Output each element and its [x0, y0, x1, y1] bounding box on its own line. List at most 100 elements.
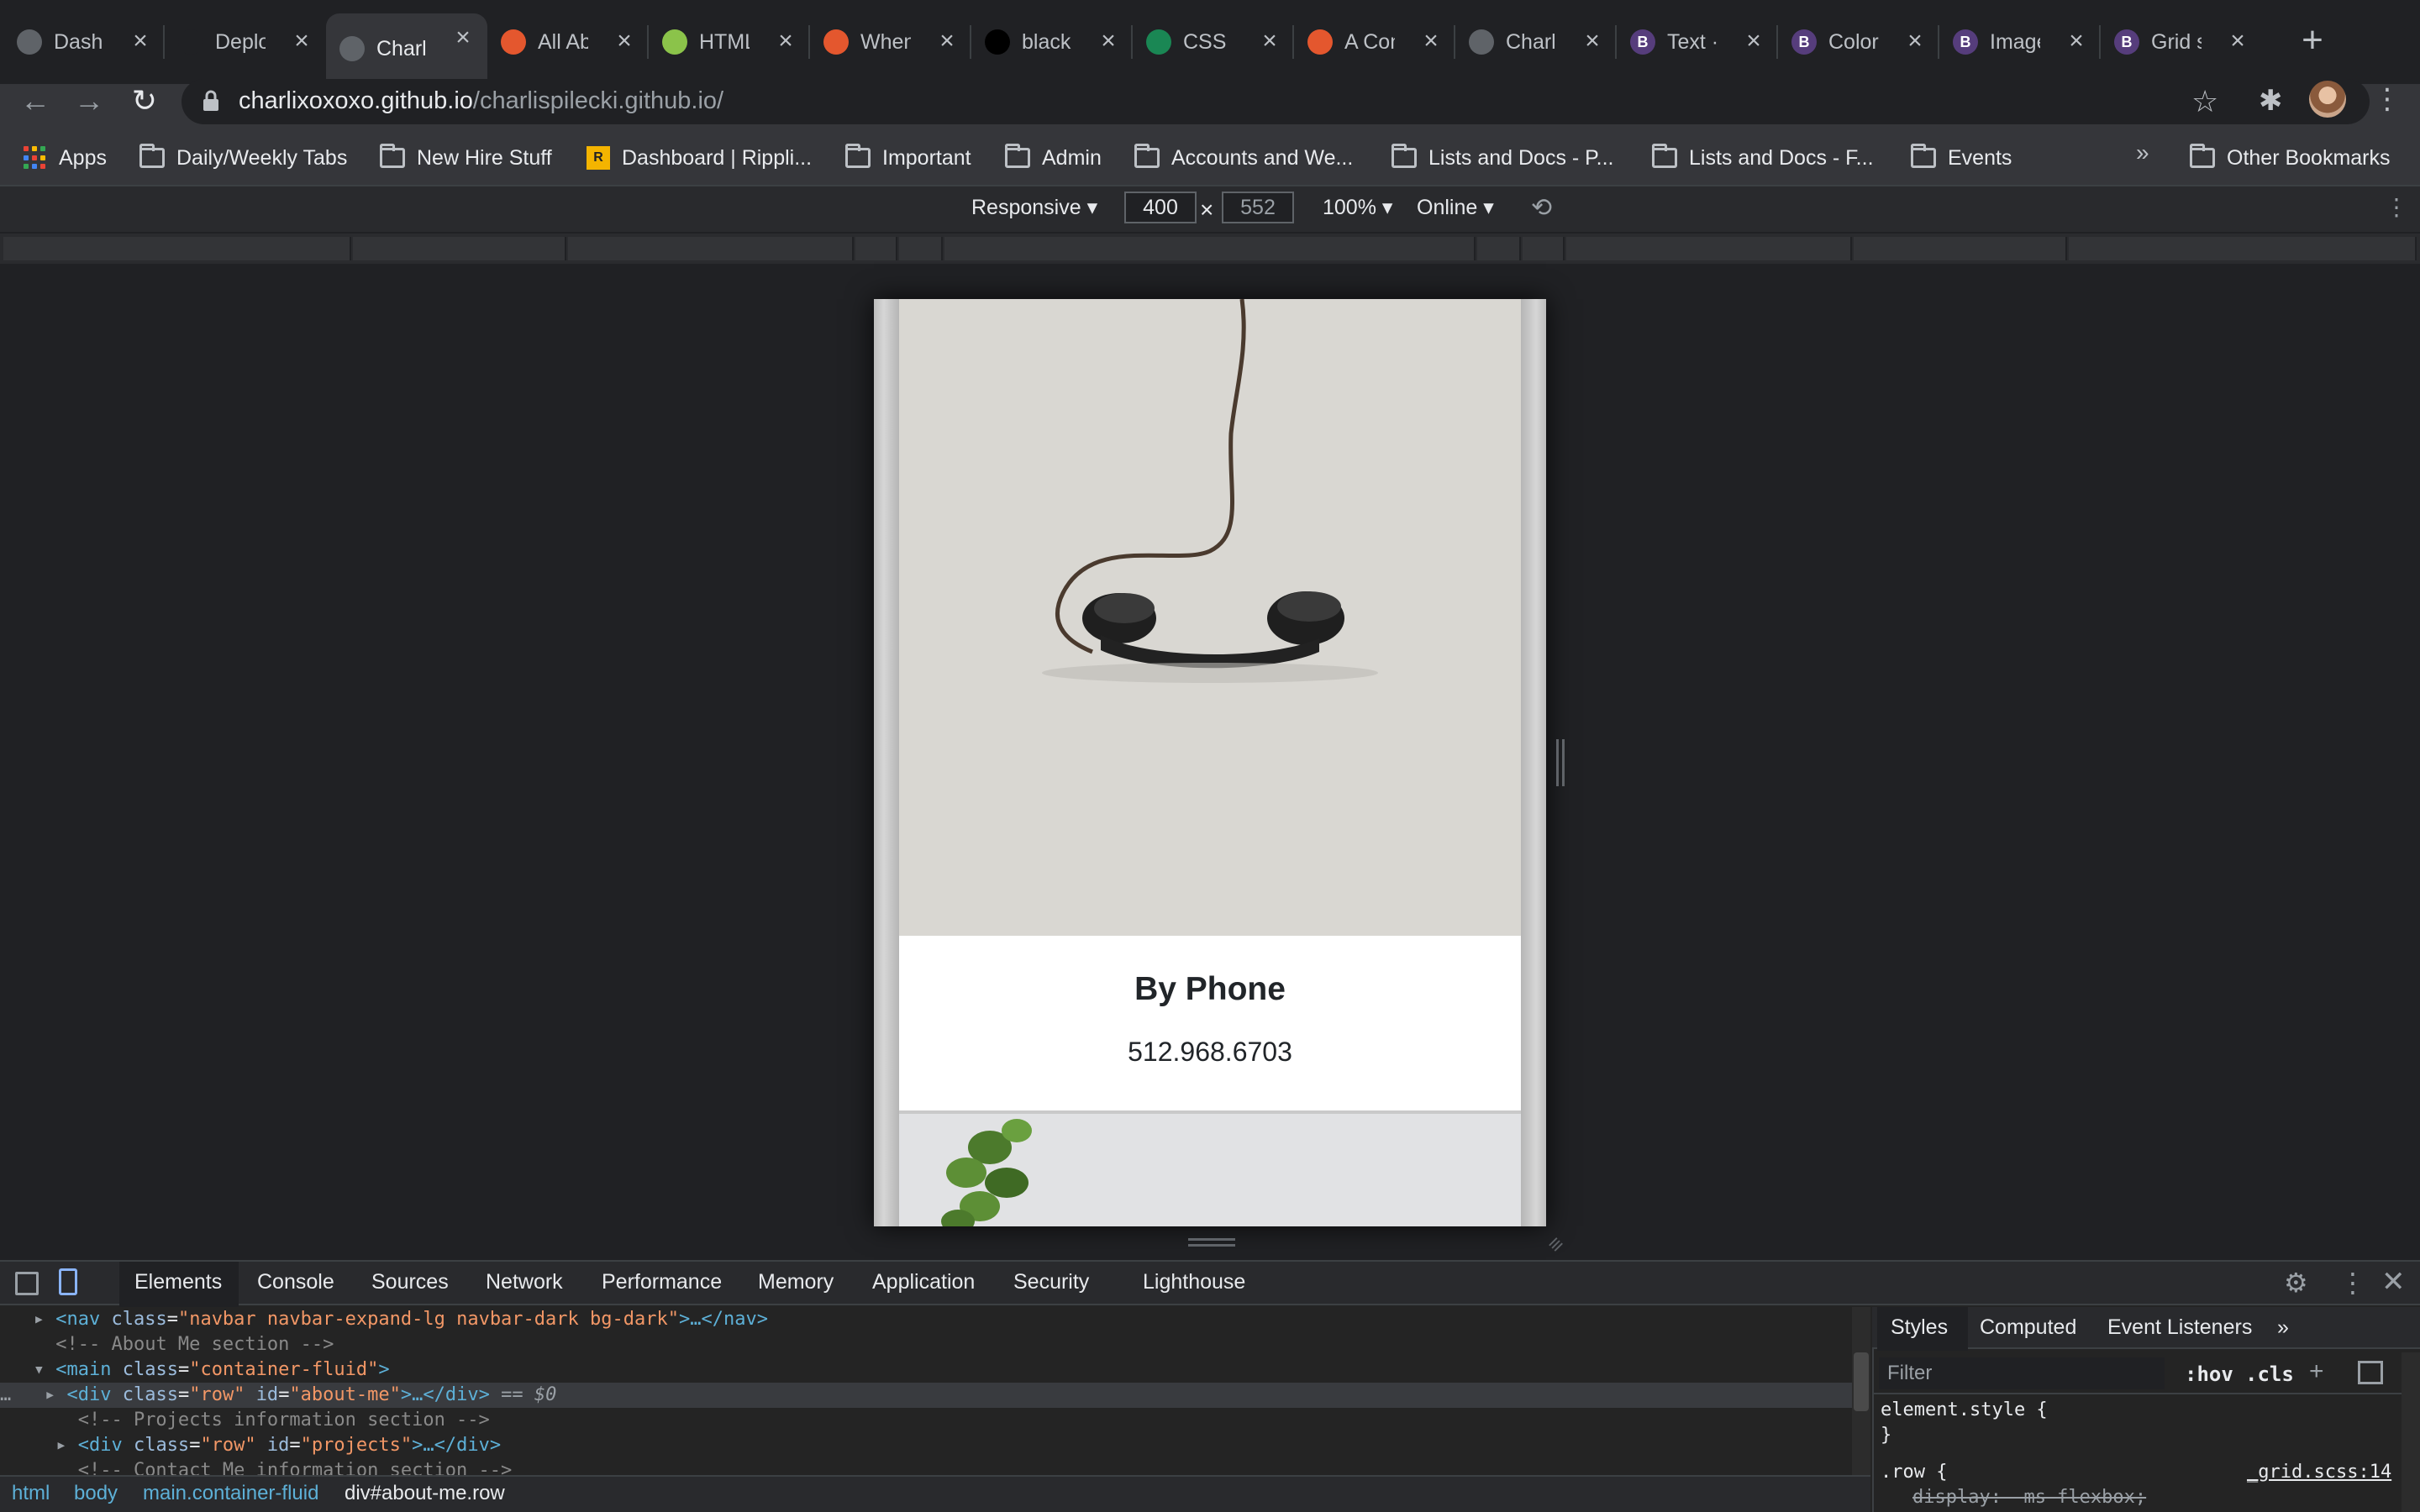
resize-handle-bottom[interactable] [1188, 1238, 1235, 1247]
media-query-segment[interactable] [2069, 237, 2417, 260]
css-source-link[interactable]: _grid.scss:14 [2247, 1462, 2391, 1483]
media-query-segment[interactable] [1566, 237, 1852, 260]
bookmark-item[interactable]: Admin [1005, 143, 1102, 173]
lock-icon[interactable] [202, 89, 220, 113]
rotate-icon[interactable]: ⟲ [1531, 193, 1552, 223]
bookmark-item[interactable]: R Dashboard | Rippli... [587, 143, 812, 173]
media-query-segment[interactable] [899, 237, 943, 260]
devtools-tab-lighthouse[interactable]: Lighthouse [1143, 1270, 1245, 1294]
dom-comment[interactable]: <!-- About Me section --> [0, 1332, 1852, 1357]
devtools-tab-network[interactable]: Network [486, 1270, 563, 1294]
collapse-arrow-icon[interactable]: ▾ [0, 1359, 55, 1380]
class-toggle[interactable]: .cls [2245, 1362, 2294, 1386]
css-rule-selector[interactable]: element.style { [1881, 1399, 2048, 1420]
browser-tab[interactable]: B Text · × [1617, 17, 1778, 67]
throttle-select[interactable]: Online ▾ [1417, 195, 1494, 220]
bookmarks-overflow-icon[interactable]: » [2136, 139, 2149, 166]
tab-close-icon[interactable]: × [289, 29, 314, 54]
resize-handle-right[interactable] [1556, 739, 1565, 786]
zoom-select[interactable]: 100% ▾ [1323, 195, 1392, 220]
other-bookmarks[interactable]: Other Bookmarks [2190, 143, 2391, 173]
media-query-segment[interactable] [1854, 237, 2067, 260]
media-query-segment[interactable] [855, 237, 897, 260]
dom-tree-scroll-thumb[interactable] [1854, 1352, 1869, 1411]
bookmark-item[interactable]: Apps [24, 143, 107, 173]
breadcrumb-div-about-me[interactable]: div#about-me.row [345, 1482, 505, 1505]
device-height-input[interactable]: 552 [1222, 192, 1294, 223]
browser-tab[interactable]: CSS li × [1133, 17, 1294, 67]
styles-more-tabs-icon[interactable]: » [2277, 1315, 2289, 1340]
devtools-tab-console[interactable]: Console [257, 1270, 334, 1294]
bookmark-star-icon[interactable]: ☆ [2191, 84, 2218, 119]
browser-tab[interactable]: B Grid s × [2101, 17, 2262, 67]
browser-menu-icon[interactable]: ⋮ [2373, 82, 2402, 116]
media-query-segment[interactable] [3, 237, 351, 260]
reload-button[interactable]: ↻ [126, 82, 163, 119]
device-toggle-icon[interactable] [59, 1268, 77, 1295]
media-query-segment[interactable] [568, 237, 854, 260]
browser-tab[interactable]: Charli × [1455, 17, 1617, 67]
media-query-segment[interactable] [1523, 237, 1565, 260]
ellipsis-icon[interactable]: … ▸ [0, 1384, 66, 1405]
browser-tab[interactable]: A Con × [1294, 17, 1455, 67]
breadcrumb-main[interactable]: main.container-fluid [143, 1482, 318, 1505]
browser-tab[interactable]: black × [971, 17, 1133, 67]
devtools-tab-memory[interactable]: Memory [758, 1270, 834, 1294]
tab-close-icon[interactable]: × [1257, 29, 1282, 54]
dom-node-nav[interactable]: ▸ <nav class="navbar navbar-expand-lg na… [0, 1307, 1852, 1332]
device-toolbar-more-icon[interactable]: ⋮ [2385, 193, 2408, 221]
bookmark-item[interactable]: Events [1911, 143, 2012, 173]
expand-arrow-icon[interactable]: ▸ [0, 1309, 55, 1330]
device-width-input[interactable]: 400 [1124, 192, 1197, 223]
extensions-puzzle-icon[interactable]: ✱ [2259, 84, 2283, 118]
dom-comment[interactable]: <!-- Contact Me information section --> [0, 1458, 1852, 1475]
devtools-tab-elements[interactable]: Elements [134, 1270, 222, 1294]
url-text[interactable]: charlixoxoxo.github.io/charlispilecki.gi… [239, 87, 723, 115]
browser-tab[interactable]: B Colors × [1778, 17, 1939, 67]
bookmark-item[interactable]: Lists and Docs - F... [1652, 143, 1874, 173]
media-query-segment[interactable] [353, 237, 566, 260]
tab-close-icon[interactable]: × [773, 29, 798, 54]
dom-node-about-me-selected[interactable]: … ▸ <div class="row" id="about-me">…</di… [0, 1383, 1852, 1408]
devtools-settings-gear-icon[interactable]: ⚙ [2284, 1267, 2308, 1299]
device-mode-select[interactable]: Responsive ▾ [971, 195, 1097, 220]
dom-node-main[interactable]: ▾ <main class="container-fluid"> [0, 1357, 1852, 1383]
inspect-element-icon[interactable] [15, 1272, 39, 1295]
tab-close-icon[interactable]: × [128, 29, 153, 54]
devtools-tab-application[interactable]: Application [872, 1270, 975, 1294]
breadcrumb-html[interactable]: html [12, 1482, 50, 1505]
dom-node-projects[interactable]: ▸ <div class="row" id="projects">…</div> [0, 1433, 1852, 1458]
tab-close-icon[interactable]: × [1902, 29, 1928, 54]
browser-tab[interactable]: B Image × [1939, 17, 2101, 67]
devtools-tab-sources[interactable]: Sources [371, 1270, 449, 1294]
styles-filter-input[interactable]: Filter [1879, 1357, 2165, 1389]
browser-tab[interactable]: When × [810, 17, 971, 67]
new-style-rule-icon[interactable]: + [2309, 1357, 2324, 1386]
tab-close-icon[interactable]: × [1741, 29, 1766, 54]
toggle-sidebar-icon[interactable] [2358, 1361, 2383, 1384]
hover-state-toggle[interactable]: :hov [2185, 1362, 2233, 1386]
new-tab-button[interactable]: + [2296, 22, 2329, 59]
breadcrumb-body[interactable]: body [74, 1482, 118, 1505]
computed-tab[interactable]: Computed [1980, 1315, 2076, 1340]
css-rule-selector[interactable]: .row { [1881, 1462, 1947, 1483]
tab-close-icon[interactable]: × [450, 25, 476, 50]
tab-close-icon[interactable]: × [612, 29, 637, 54]
styles-tab[interactable]: Styles [1891, 1315, 1948, 1340]
browser-tab[interactable]: Charli × [326, 13, 487, 84]
tab-close-icon[interactable]: × [1580, 29, 1605, 54]
event-listeners-tab[interactable]: Event Listeners [2107, 1315, 2252, 1340]
bookmark-item[interactable]: Accounts and We... [1134, 143, 1353, 173]
tab-close-icon[interactable]: × [1096, 29, 1121, 54]
media-query-segment[interactable] [944, 237, 1476, 260]
browser-tab[interactable]: Dashb × [3, 17, 165, 67]
browser-tab[interactable]: HTML × [649, 17, 810, 67]
bookmark-item[interactable]: Daily/Weekly Tabs [139, 143, 347, 173]
css-property-overridden[interactable]: display: -ms-flexbox; [1912, 1487, 2146, 1508]
tab-close-icon[interactable]: × [934, 29, 960, 54]
browser-tab[interactable]: All Ab × [487, 17, 649, 67]
bookmark-item[interactable]: Lists and Docs - P... [1392, 143, 1613, 173]
devtools-menu-icon[interactable]: ⋮ [2339, 1267, 2366, 1299]
profile-avatar[interactable] [2309, 81, 2346, 118]
media-query-segment[interactable] [1477, 237, 1521, 260]
